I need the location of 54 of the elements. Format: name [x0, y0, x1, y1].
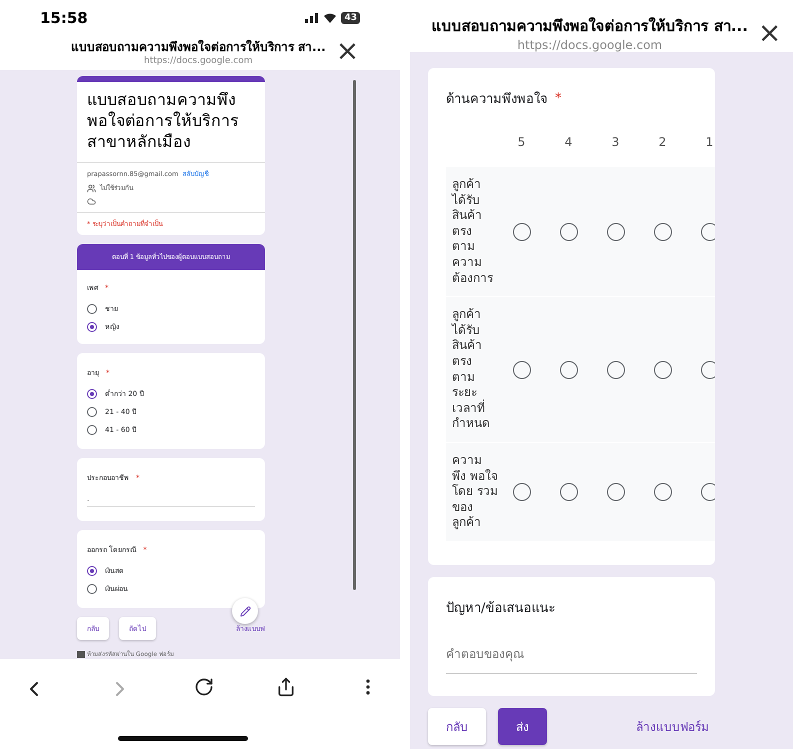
radio-button[interactable] — [87, 424, 97, 435]
radio-button[interactable] — [560, 482, 578, 501]
question-title: ด้านความพึงพอใจ — [446, 90, 548, 109]
row-label: ลูกค้า ได้รับ สินค้า ตรง ตาม ความ ต้องการ — [450, 176, 494, 287]
people-icon — [87, 184, 96, 193]
scale-label: 4 — [564, 134, 574, 151]
radio-button[interactable] — [87, 322, 97, 332]
page-url: https://docs.google.com — [144, 56, 253, 66]
status-time: 15:58 — [40, 9, 88, 27]
answer-field[interactable]: คำตอบของคุณ — [446, 644, 697, 674]
battery-icon: 43 — [341, 12, 360, 24]
radio-button[interactable] — [512, 482, 530, 501]
required-mark: * — [555, 91, 562, 106]
radio-button[interactable] — [606, 222, 624, 241]
radio-button[interactable] — [700, 222, 715, 241]
radio-button[interactable] — [606, 482, 624, 501]
pencil-icon — [240, 606, 250, 616]
radio-button[interactable] — [560, 222, 578, 241]
radio-button[interactable] — [87, 304, 97, 314]
radio-button[interactable] — [560, 360, 578, 379]
page-title: แบบสอบถามความพึงพอใจต่อการให้บริการ สา... — [432, 16, 748, 37]
radio-button[interactable] — [606, 360, 624, 379]
radio-button[interactable] — [654, 482, 672, 501]
row-label: ความ พึง พอใจ โดย รวมของ ลูกค้า — [451, 452, 498, 532]
radio-button[interactable] — [700, 482, 715, 501]
share-icon[interactable] — [276, 677, 296, 697]
close-button[interactable]: × — [758, 19, 782, 47]
radio-button[interactable] — [87, 406, 97, 417]
wifi-icon — [323, 13, 338, 23]
radio-button[interactable] — [87, 566, 97, 576]
close-button[interactable]: × — [336, 37, 360, 65]
radio-button[interactable] — [654, 222, 672, 241]
clear-form-link[interactable]: ล้างแบบฟอร์ม — [636, 716, 709, 736]
back-button[interactable]: กลับ — [428, 708, 486, 745]
radio-button[interactable] — [700, 360, 715, 379]
row-label: ลูกค้า ได้รับ สินค้า ตรง ตาม ระยะ เวลาที่ กำหนด — [450, 306, 491, 432]
scale-label: 2 — [658, 134, 668, 151]
scale-label: 5 — [516, 134, 526, 151]
reload-icon[interactable] — [194, 677, 214, 697]
cloud-icon — [87, 197, 96, 206]
submit-button[interactable]: ส่ง — [498, 708, 547, 745]
scale-label: 3 — [610, 134, 620, 151]
radio-button[interactable] — [87, 584, 97, 594]
scale-label: 1 — [704, 134, 714, 151]
radio-button[interactable] — [512, 360, 530, 379]
radio-button[interactable] — [512, 222, 530, 241]
form-title: แบบสอบถามความพึงพอใจต่อการให้บริการสาขาหลักเมือง — [77, 82, 265, 164]
page-url: https://docs.google.com — [517, 38, 662, 52]
radio-button[interactable] — [87, 388, 97, 399]
question-title: ปัญหา/ข้อเสนอแนะ — [446, 600, 556, 616]
edit-button[interactable] — [232, 598, 258, 624]
radio-button[interactable] — [654, 360, 672, 379]
signal-icon — [305, 13, 320, 23]
page-title: แบบสอบถามความพึงพอใจต่อการให้บริการ สา... — [70, 38, 326, 56]
